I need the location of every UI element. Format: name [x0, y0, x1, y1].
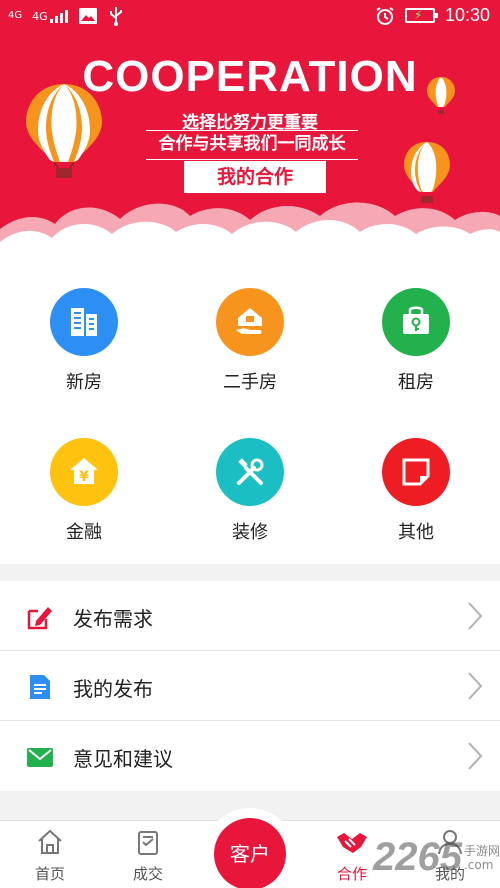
list-item-publish-request[interactable]: 发布需求: [0, 581, 500, 651]
network-type: 4G: [32, 10, 48, 23]
document-icon: [30, 675, 50, 699]
network-type-top: 4G: [8, 10, 23, 21]
grid-label: 新房: [66, 372, 102, 393]
building-icon: [50, 288, 118, 356]
site-watermark: 2265 手游网 .com: [373, 835, 500, 880]
watermark-domain: .com: [463, 857, 494, 872]
grid-item-second-hand[interactable]: 二手房: [190, 288, 310, 394]
grid-label: 其他: [398, 522, 434, 543]
list-item-label: 意见和建议: [73, 747, 173, 771]
grid-item-other[interactable]: 其他: [356, 438, 476, 544]
service-grid: 新房 二手房 租房 ¥ 金融 装修 其他: [0, 254, 500, 564]
grid-item-finance[interactable]: ¥ 金融: [24, 438, 144, 544]
handshake-icon: [337, 833, 367, 853]
status-bar: 4G 4G ⚡ 10:30: [0, 0, 500, 34]
banner-title: COOPERATION: [82, 52, 418, 101]
list-item-label: 发布需求: [73, 607, 153, 631]
grid-item-rent[interactable]: 租房: [356, 288, 476, 394]
watermark-suffix: 手游网: [463, 843, 500, 858]
list-item-label: 我的发布: [73, 677, 153, 701]
status-left: 4G 4G: [8, 6, 124, 26]
customer-button[interactable]: 客户: [214, 818, 286, 888]
usb-icon: [109, 7, 122, 26]
signal-icon: 4G: [32, 9, 68, 23]
watermark-number: 2265: [373, 835, 462, 879]
grid-item-new-house[interactable]: 新房: [24, 288, 144, 394]
cloud-decoration: [0, 202, 500, 254]
mail-icon: [27, 748, 53, 767]
grid-label: 金融: [66, 522, 102, 543]
tab-label: 首页: [34, 865, 65, 883]
chevron-right-icon: [468, 602, 483, 630]
home-icon: [38, 829, 62, 854]
image-icon: [78, 8, 97, 24]
chevron-right-icon: [468, 672, 483, 700]
grid-label: 租房: [398, 372, 434, 393]
network-indicator: 4G: [8, 11, 22, 21]
list-item-my-posts[interactable]: 我的发布: [0, 651, 500, 721]
clipboard-check-icon: [138, 831, 158, 855]
tab-label: 成交: [132, 865, 163, 883]
chevron-right-icon: [468, 742, 483, 770]
tools-icon: [216, 438, 284, 506]
list-item-feedback[interactable]: 意见和建议: [0, 721, 500, 791]
house-yen-icon: ¥: [50, 438, 118, 506]
svg-text:¥: ¥: [79, 469, 89, 485]
banner-slogan-2: 合作与共享我们一同成长: [146, 130, 358, 160]
battery-charging-icon: ⚡: [404, 8, 438, 23]
tab-home[interactable]: 首页: [10, 827, 90, 884]
cooperation-banner[interactable]: COOPERATION 选择比努力更重要 合作与共享我们一同成长 我的合作: [0, 34, 500, 254]
grid-label: 二手房: [223, 372, 277, 393]
grid-item-decoration[interactable]: 装修: [190, 438, 310, 544]
key-bag-icon: [382, 288, 450, 356]
house-hand-icon: [216, 288, 284, 356]
edit-icon: [27, 607, 52, 630]
note-icon: [382, 438, 450, 506]
status-right: ⚡ 10:30: [375, 5, 490, 26]
grid-label: 装修: [232, 522, 268, 543]
tab-deals[interactable]: 成交: [108, 827, 188, 884]
menu-list: 发布需求 我的发布 意见和建议: [0, 581, 500, 791]
alarm-icon: [376, 6, 394, 25]
clock: 10:30: [444, 5, 490, 25]
